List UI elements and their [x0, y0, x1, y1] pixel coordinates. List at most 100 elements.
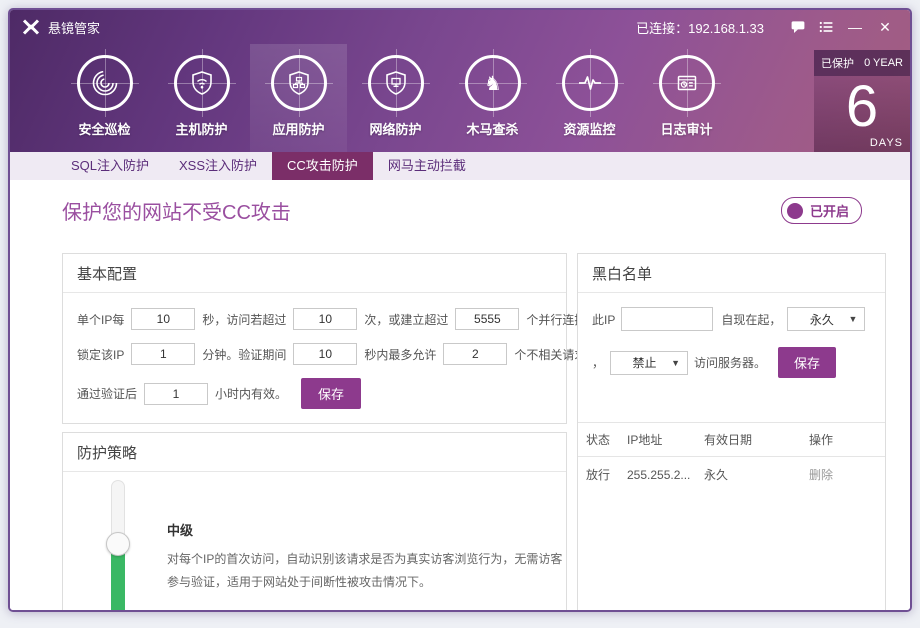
action-select[interactable]: 禁止 ▼ — [610, 351, 688, 375]
tab-sql-injection[interactable]: SQL注入防护 — [56, 152, 164, 180]
table-row: 放行 255.255.2... 永久 删除 — [578, 457, 885, 493]
label: 单个IP每 — [77, 311, 124, 328]
content-columns: 基本配置 单个IP每 秒，访问若超过 次，或建立超过 个并行连接，则 — [62, 253, 862, 612]
label: ， — [592, 354, 604, 371]
protected-days-value: 6 — [814, 76, 910, 138]
nav-item-resource-monitor[interactable]: 资源监控 — [541, 44, 638, 152]
duration-select-value: 永久 — [795, 311, 848, 328]
duration-select[interactable]: 永久 ▼ — [787, 307, 865, 331]
tab-webshell-block[interactable]: 网马主动拦截 — [373, 152, 481, 180]
nav-label: 网络防护 — [369, 119, 421, 138]
app-window: 悬镜管家 已连接：192.168.1.33 — ✕ — [8, 8, 912, 612]
message-icon[interactable] — [784, 16, 812, 38]
chevron-down-icon: ▼ — [671, 358, 680, 368]
nav-item-log-audit[interactable]: 日志审计 — [638, 44, 735, 152]
blackwhite-save-button[interactable]: 保存 — [778, 347, 836, 378]
fingerprint-scan-icon — [77, 55, 133, 111]
menu-list-icon[interactable] — [812, 16, 840, 38]
label: 锁定该IP — [77, 346, 124, 363]
policy-level-slider[interactable] — [111, 480, 125, 612]
shield-wifi-icon — [174, 55, 230, 111]
page-content: 保护您的网站不受CC攻击 已开启 基本配置 单个IP每 秒，访问若超过 — [10, 180, 910, 612]
protection-duration-badge: 已保护 0 YEAR 6 DAYS — [814, 50, 910, 152]
blackwhite-row-1: 此IP 自现在起， 永久 ▼ — [592, 307, 871, 331]
nav-label: 资源监控 — [563, 119, 615, 138]
tab-cc-attack[interactable]: CC攻击防护 — [272, 152, 373, 180]
interval-seconds-input[interactable] — [131, 308, 195, 330]
nav-item-app-protection[interactable]: 应用防护 — [250, 44, 347, 152]
col-ip: IP地址 — [627, 423, 704, 457]
lock-minutes-input[interactable] — [131, 343, 195, 365]
nav-items: 安全巡检 主机防护 — [10, 44, 910, 152]
label: 自现在起， — [721, 311, 781, 328]
tab-xss-injection[interactable]: XSS注入防护 — [164, 152, 272, 180]
policy-level-description: 对每个IP的首次访问，自动识别该请求是否为真实访客浏览行为，无需访客参与验证，适… — [167, 548, 565, 594]
max-visits-input[interactable] — [293, 308, 357, 330]
label: 秒，访问若超过 — [202, 311, 286, 328]
label: 次，或建立超过 — [364, 311, 448, 328]
action-select-value: 禁止 — [618, 354, 671, 371]
app-logo-icon — [22, 18, 40, 36]
label: 访问服务器。 — [694, 354, 766, 371]
minimize-button[interactable]: — — [840, 16, 870, 38]
blackwhite-title: 黑白名单 — [578, 254, 885, 293]
toggle-label: 已开启 — [810, 201, 849, 220]
log-report-icon — [659, 55, 715, 111]
config-row-3: 通过验证后 小时内有效。 保存 — [77, 378, 552, 409]
protected-years: 0 YEAR — [864, 57, 903, 69]
shield-apps-icon — [271, 55, 327, 111]
close-button[interactable]: ✕ — [870, 16, 900, 38]
max-connections-input[interactable] — [455, 308, 519, 330]
label: 秒内最多允许 — [364, 346, 436, 363]
main-nav: 安全巡检 主机防护 — [10, 44, 910, 152]
app-title: 悬镜管家 — [48, 18, 100, 37]
blackwhite-table: 状态 IP地址 有效日期 操作 放行 255.255.2 — [578, 422, 885, 492]
delete-link[interactable]: 删除 — [809, 468, 833, 482]
verify-seconds-input[interactable] — [293, 343, 357, 365]
nav-item-host-protection[interactable]: 主机防护 — [153, 44, 250, 152]
nav-item-security-patrol[interactable]: 安全巡检 — [56, 44, 153, 152]
basic-config-title: 基本配置 — [63, 254, 566, 293]
nav-item-network-protection[interactable]: 网络防护 — [347, 44, 444, 152]
protected-days-unit: DAYS — [870, 137, 903, 149]
slider-thumb[interactable] — [106, 532, 130, 556]
label: 小时内有效。 — [215, 385, 287, 402]
protected-strip: 已保护 0 YEAR — [814, 50, 910, 76]
protected-label: 已保护 — [821, 55, 854, 71]
nav-label: 主机防护 — [175, 119, 227, 138]
col-valid-date: 有效日期 — [704, 423, 809, 457]
titlebar: 悬镜管家 已连接：192.168.1.33 — ✕ — [10, 10, 910, 44]
svg-text:♞: ♞ — [484, 71, 502, 95]
table-header-row: 状态 IP地址 有效日期 操作 — [578, 423, 885, 457]
cell-ip: 255.255.2... — [627, 457, 704, 493]
policy-level-label: 中级 — [167, 472, 552, 539]
nav-label: 木马查杀 — [466, 119, 518, 138]
blackwhite-panel: 黑白名单 此IP 自现在起， 永久 ▼ ， — [577, 253, 886, 612]
blackwhite-body: 此IP 自现在起， 永久 ▼ ， 禁止 ▼ — [578, 293, 885, 506]
max-unrelated-requests-input[interactable] — [443, 343, 507, 365]
ip-address-input[interactable] — [621, 307, 713, 331]
pulse-icon — [562, 55, 618, 111]
protected-main: 6 DAYS — [814, 76, 910, 152]
col-status: 状态 — [578, 423, 627, 457]
basic-config-save-button[interactable]: 保存 — [301, 378, 361, 409]
policy-title: 防护策略 — [63, 433, 566, 472]
toggle-dot-icon — [787, 203, 803, 219]
policy-body: 中级 对每个IP的首次访问，自动识别该请求是否为真实访客浏览行为，无需访客参与验… — [63, 472, 566, 612]
col-operation: 操作 — [809, 423, 885, 457]
basic-config-panel: 基本配置 单个IP每 秒，访问若超过 次，或建立超过 个并行连接，则 — [62, 253, 567, 424]
valid-hours-input[interactable] — [144, 383, 208, 405]
left-column: 基本配置 单个IP每 秒，访问若超过 次，或建立超过 个并行连接，则 — [62, 253, 567, 612]
page-header: 保护您的网站不受CC攻击 已开启 — [62, 196, 862, 225]
cell-status: 放行 — [578, 457, 627, 493]
label: 此IP — [592, 311, 615, 328]
nav-item-trojan-scan[interactable]: ♞ 木马查杀 — [444, 44, 541, 152]
label: 通过验证后 — [77, 385, 137, 402]
blackwhite-row-2: ， 禁止 ▼ 访问服务器。 保存 — [592, 347, 871, 378]
connection-status: 已连接：192.168.1.33 — [636, 18, 764, 37]
nav-label: 安全巡检 — [78, 119, 130, 138]
sub-tabbar: SQL注入防护 XSS注入防护 CC攻击防护 网马主动拦截 — [10, 152, 910, 180]
basic-config-body: 单个IP每 秒，访问若超过 次，或建立超过 个并行连接，则 锁定该IP 分钟。验… — [63, 293, 566, 423]
protection-status-toggle[interactable]: 已开启 — [781, 197, 862, 224]
page-title: 保护您的网站不受CC攻击 — [62, 196, 291, 225]
